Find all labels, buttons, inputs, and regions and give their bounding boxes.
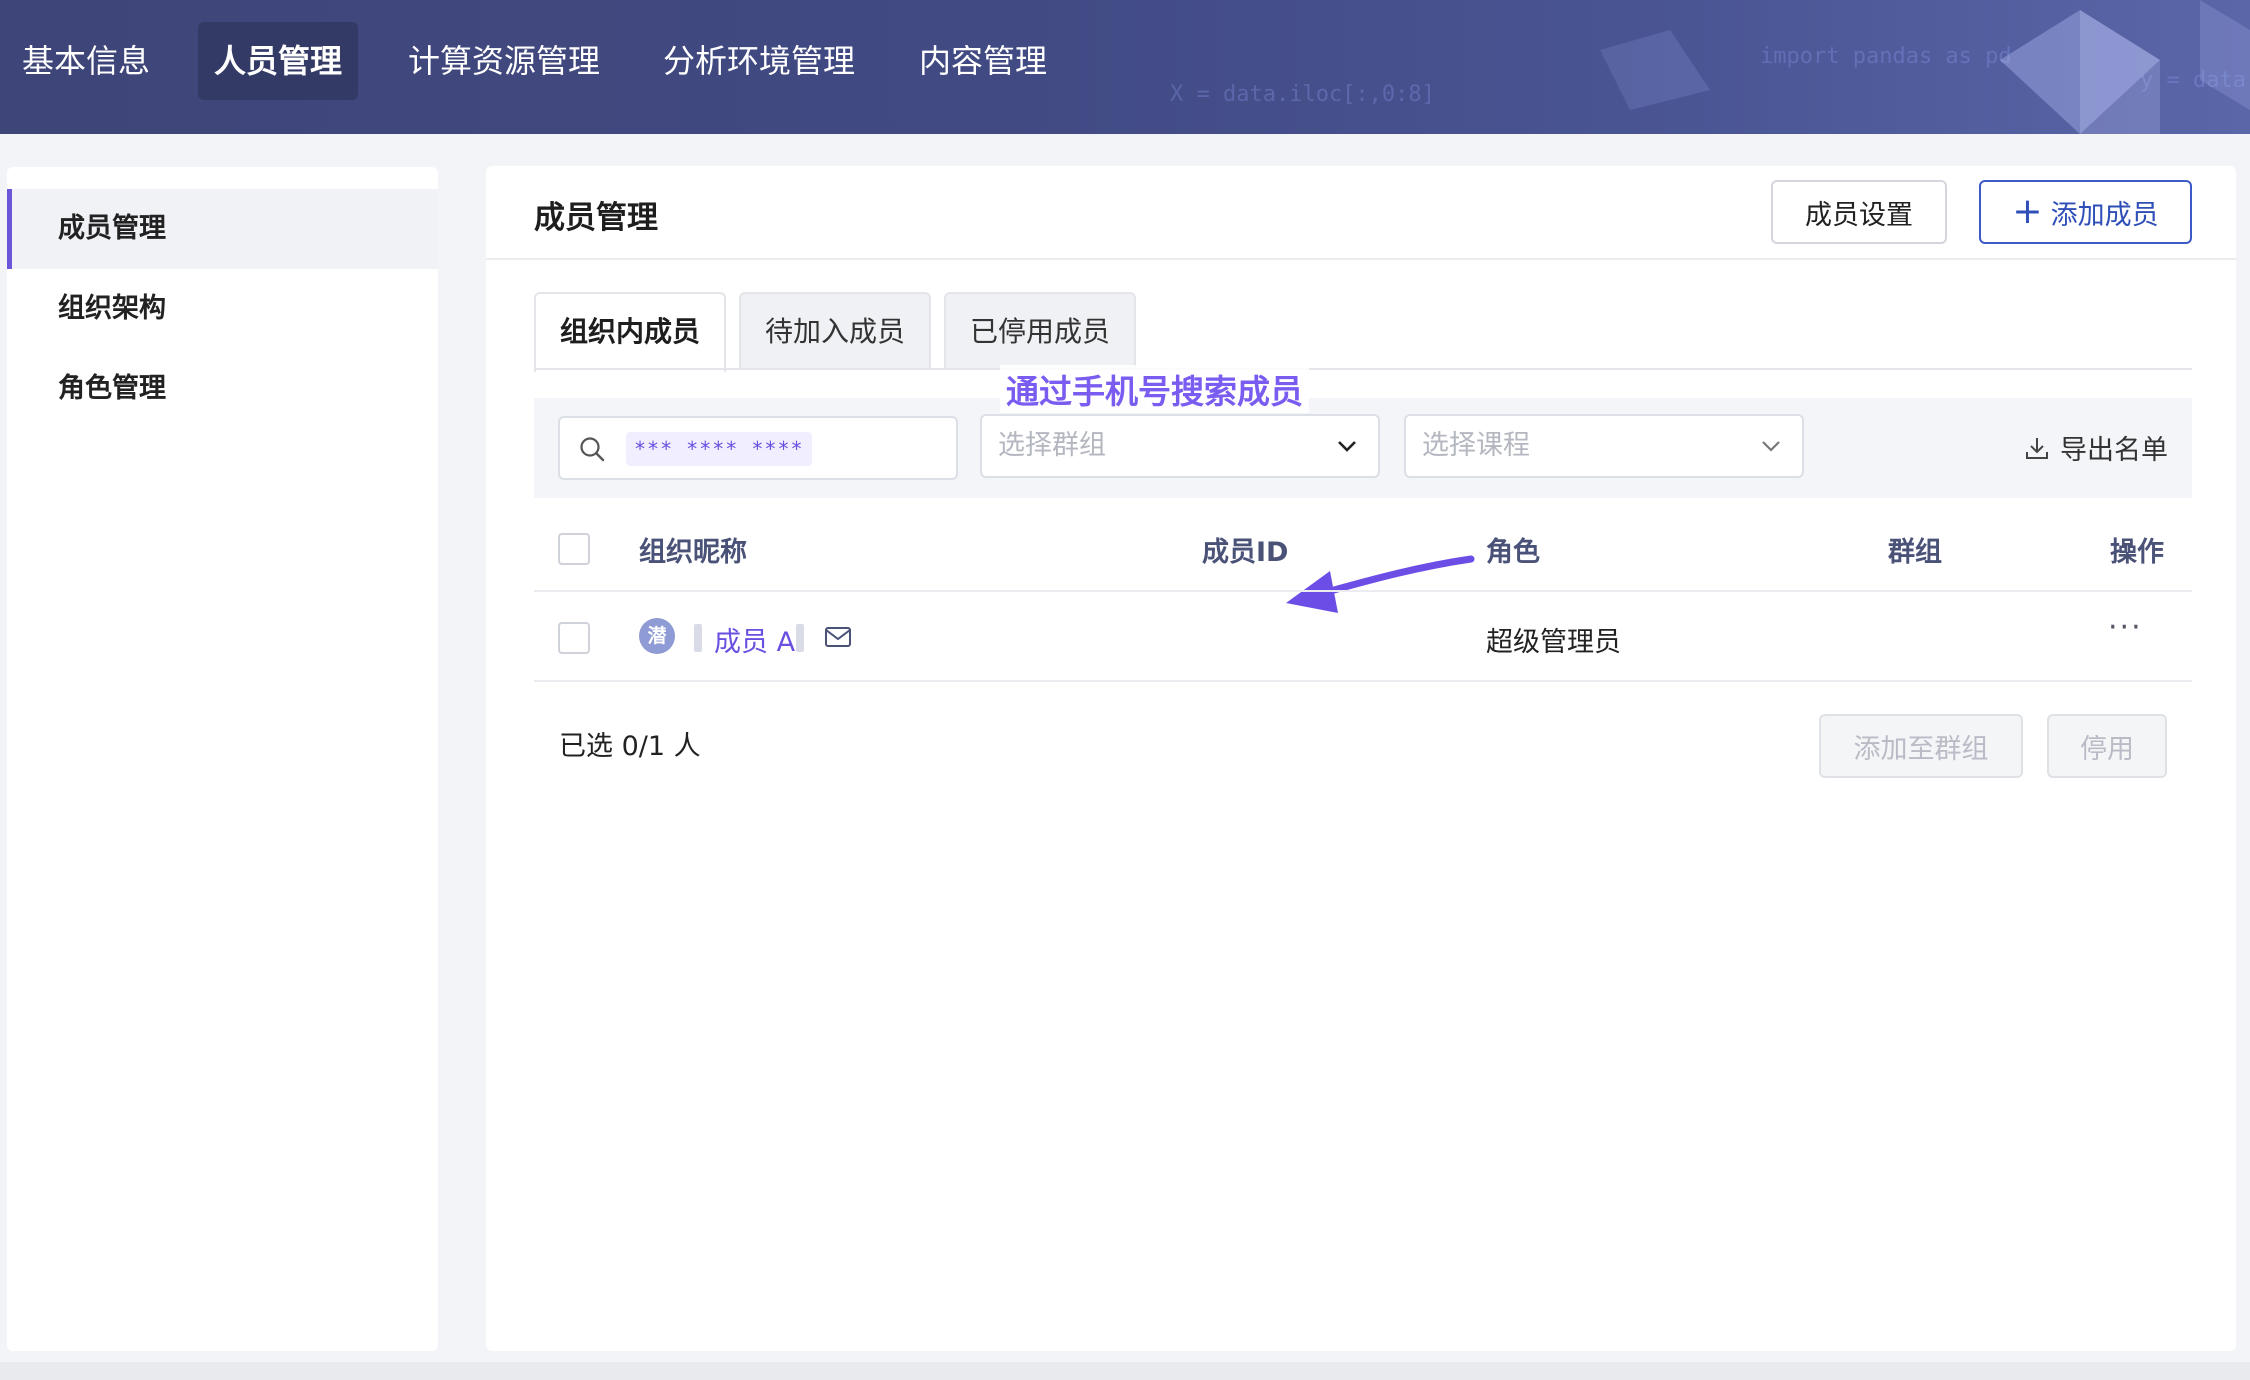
nav-item-personnel[interactable]: 人员管理: [198, 22, 359, 100]
mail-icon[interactable]: [824, 626, 852, 648]
table-row-divider: [534, 680, 2192, 682]
more-icon[interactable]: ···: [2108, 610, 2143, 645]
tab-org-members[interactable]: 组织内成员: [534, 292, 726, 372]
add-to-group-label: 添加至群组: [1853, 733, 1989, 765]
course-select[interactable]: 选择课程: [1404, 414, 1804, 478]
sidebar-item-members[interactable]: 成员管理: [7, 189, 438, 269]
plus-icon: +: [2012, 191, 2043, 232]
tab-pending-members[interactable]: 待加入成员: [739, 292, 931, 370]
avatar: 潜: [639, 618, 675, 654]
tabs-baseline: [534, 368, 2192, 370]
bottom-strip: [0, 1362, 2250, 1380]
search-input[interactable]: *** **** ****: [558, 416, 958, 480]
column-header-nickname: 组织昵称: [639, 537, 747, 568]
tab-disabled-members[interactable]: 已停用成员: [944, 292, 1136, 370]
member-settings-label: 成员设置: [1805, 199, 1913, 231]
export-list-button[interactable]: 导出名单: [2024, 428, 2168, 467]
selected-count: 已选 0/1 人: [559, 731, 701, 762]
column-header-actions: 操作: [2110, 537, 2164, 568]
annotation-label: 通过手机号搜索成员: [1000, 365, 1309, 413]
page-title: 成员管理: [534, 200, 658, 236]
add-member-button[interactable]: + 添加成员: [1979, 180, 2192, 244]
nav-item-analysis-env[interactable]: 分析环境管理: [647, 22, 871, 100]
select-all-checkbox[interactable]: [558, 533, 590, 565]
annotation-arrow-icon: [1286, 555, 1475, 613]
sidebar: 成员管理 组织架构 角色管理: [7, 167, 438, 1351]
redaction-mark: [694, 624, 702, 652]
nav-item-compute-resources[interactable]: 计算资源管理: [392, 22, 616, 100]
course-select-placeholder: 选择课程: [1422, 430, 1530, 461]
group-select-placeholder: 选择群组: [998, 430, 1106, 461]
column-header-role: 角色: [1486, 537, 1540, 568]
column-header-member-id: 成员ID: [1202, 537, 1289, 568]
member-nickname-link[interactable]: 成员 A: [714, 620, 795, 659]
decor-shape: [1600, 30, 1710, 110]
top-navbar: import pandas as pd X = data.iloc[:,0:8]…: [0, 0, 2250, 134]
search-value: *** **** ****: [626, 432, 812, 466]
decor-code-line: X = data.iloc[:,0:8]: [1170, 82, 1435, 107]
group-select[interactable]: 选择群组: [980, 414, 1380, 478]
export-list-label: 导出名单: [2060, 435, 2168, 466]
table-header-divider: [534, 590, 2192, 592]
add-to-group-button[interactable]: 添加至群组: [1819, 714, 2023, 778]
member-settings-button[interactable]: 成员设置: [1771, 180, 1947, 244]
sidebar-item-roles[interactable]: 角色管理: [7, 349, 438, 429]
chevron-down-icon: [1338, 441, 1356, 452]
add-member-label: 添加成员: [2050, 199, 2159, 231]
disable-label: 停用: [2080, 733, 2134, 765]
decor-cube-graphic: [2000, 0, 2250, 134]
nav-item-content[interactable]: 内容管理: [903, 22, 1063, 100]
row-checkbox[interactable]: [558, 622, 590, 654]
column-header-group: 群组: [1888, 537, 1942, 568]
chevron-down-icon: [1762, 441, 1780, 452]
search-icon: [580, 437, 605, 462]
download-icon: [2026, 437, 2048, 459]
header-divider: [486, 258, 2236, 260]
nav-item-basic-info[interactable]: 基本信息: [6, 22, 166, 100]
main-panel: 成员管理 成员设置 + 添加成员 组织内成员 待加入成员 已停用成员 *** *…: [486, 166, 2236, 1351]
member-role: 超级管理员: [1486, 627, 1621, 658]
sidebar-item-org-structure[interactable]: 组织架构: [7, 269, 438, 349]
redaction-mark: [796, 624, 804, 652]
filter-bar: *** **** **** 选择群组 选择课程 导出名单: [534, 398, 2192, 498]
disable-button[interactable]: 停用: [2047, 714, 2167, 778]
